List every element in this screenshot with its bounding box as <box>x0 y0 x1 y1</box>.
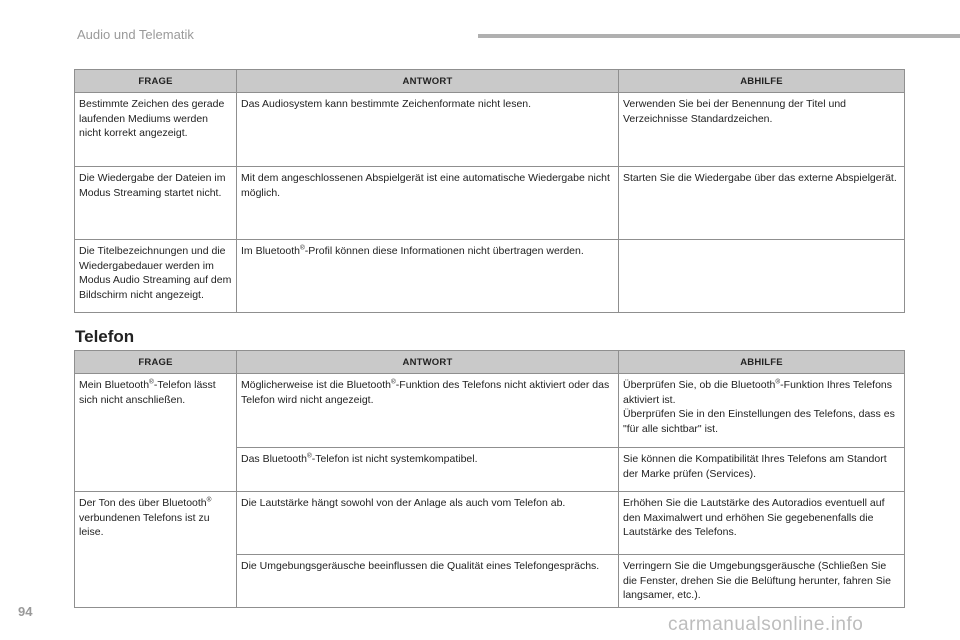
question-cell: Die Wiedergabe der Dateien im Modus Stre… <box>74 166 237 240</box>
answer-cell: Die Lautstärke hängt sowohl von der Anla… <box>236 491 619 555</box>
watermark: carmanualsonline.info <box>668 614 864 635</box>
column-header-frage: FRAGE <box>74 350 237 374</box>
column-header-antwort: ANTWORT <box>236 69 619 93</box>
table-row: Die Titelbezeichnungen und die Wiedergab… <box>74 239 905 313</box>
column-header-abhilfe: ABHILFE <box>618 350 905 374</box>
answer-cell: Die Umgebungsgeräusche beeinflussen die … <box>236 554 619 608</box>
table-header-row: FRAGE ANTWORT ABHILFE <box>74 69 905 93</box>
remedy-cell: Starten Sie die Wiedergabe über das exte… <box>618 166 905 240</box>
remedy-cell: Verringern Sie die Umgebungsgeräusche (S… <box>618 554 905 608</box>
faq-table-audio: FRAGE ANTWORT ABHILFE Bestimmte Zeichen … <box>74 69 905 313</box>
remedy-cell: Erhöhen Sie die Lautstärke des Autoradio… <box>618 491 905 555</box>
question-cell: Der Ton des über Bluetooth® verbundenen T… <box>74 491 237 608</box>
answer-cell: Mit dem angeschlossenen Abspielgerät ist… <box>236 166 619 240</box>
remedy-cell: Überprüfen Sie, ob die Bluetooth®-Funkti… <box>618 373 905 448</box>
page-number: 94 <box>18 604 33 619</box>
question-cell: Die Titelbezeichnungen und die Wiedergab… <box>74 239 237 313</box>
table-row: Die Wiedergabe der Dateien im Modus Stre… <box>74 166 905 240</box>
column-header-abhilfe: ABHILFE <box>618 69 905 93</box>
column-header-antwort: ANTWORT <box>236 350 619 374</box>
table-row: Mein Bluetooth®-Telefon lässt sich nicht… <box>74 373 905 492</box>
remedy-cell: Sie können die Kompatibilität Ihres Tele… <box>618 447 905 492</box>
answer-cell: Im Bluetooth®-Profil können diese Inform… <box>236 239 619 313</box>
remedy-cell: Verwenden Sie bei der Benennung der Tite… <box>618 92 905 167</box>
section-title-telefon: Telefon <box>75 327 135 346</box>
question-cell: Bestimmte Zeichen des gerade laufenden M… <box>74 92 237 167</box>
header-title: Audio und Telematik <box>77 27 194 42</box>
answer-cell: Möglicherweise ist die Bluetooth®-Funkti… <box>236 373 619 448</box>
column-header-frage: FRAGE <box>74 69 237 93</box>
table-header-row: FRAGE ANTWORT ABHILFE <box>74 350 905 374</box>
question-cell: Mein Bluetooth®-Telefon lässt sich nicht… <box>74 373 237 492</box>
answer-cell: Das Audiosystem kann bestimmte Zeichenfo… <box>236 92 619 167</box>
answer-cell: Das Bluetooth®-Telefon ist nicht systemk… <box>236 447 619 492</box>
header-rule <box>478 34 960 38</box>
table-row: Bestimmte Zeichen des gerade laufenden M… <box>74 92 905 167</box>
remedy-cell <box>618 239 905 313</box>
faq-table-telefon: FRAGE ANTWORT ABHILFE Mein Bluetooth®-Te… <box>74 350 905 608</box>
table-row: Der Ton des über Bluetooth® verbundenen T… <box>74 491 905 608</box>
